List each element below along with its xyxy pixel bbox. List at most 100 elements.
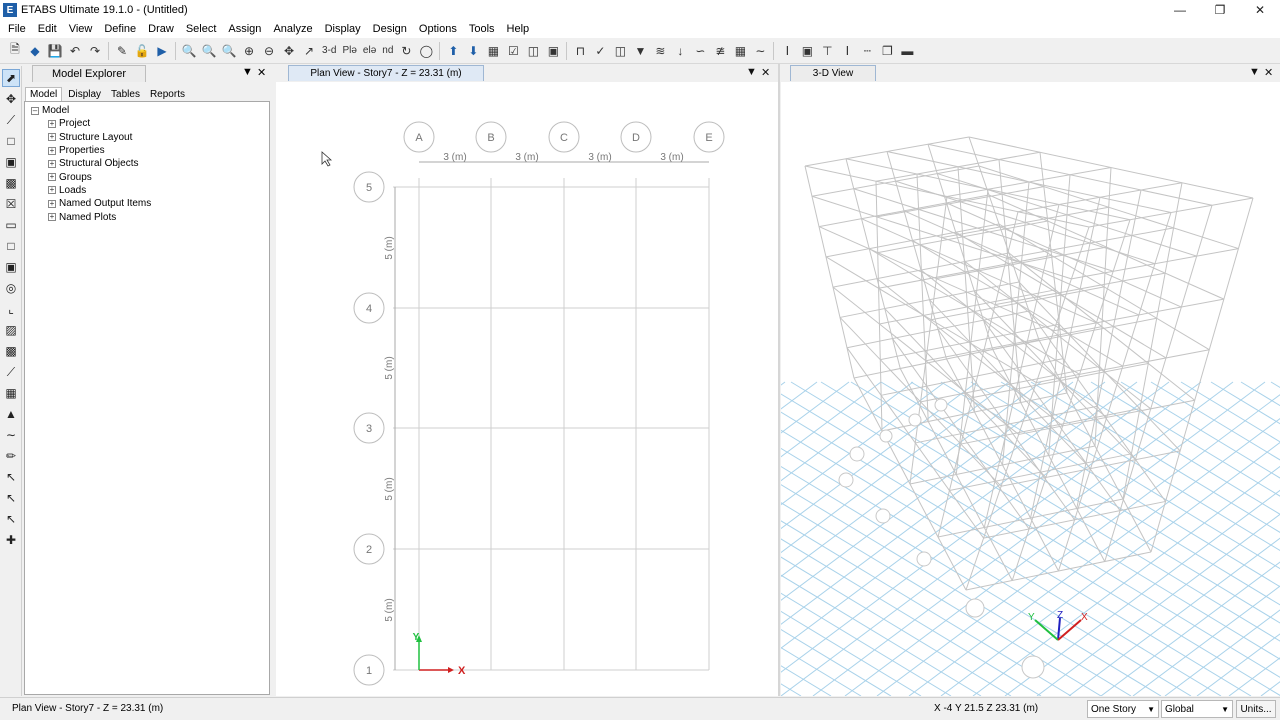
menu-view[interactable]: View xyxy=(63,23,99,35)
elevation-view-button[interactable]: elǝ xyxy=(361,45,378,56)
dropdown-arrow-icon[interactable]: ▼ xyxy=(242,66,253,78)
explorer-tab-model[interactable]: Model xyxy=(25,87,63,101)
move-down-icon[interactable]: ⬇ xyxy=(464,42,482,60)
menu-draw[interactable]: Draw xyxy=(142,23,180,35)
3d-view-tab[interactable]: 3-D View xyxy=(790,65,876,81)
zoom-restore-icon[interactable]: 🔍 xyxy=(200,42,218,60)
explorer-tab-tables[interactable]: Tables xyxy=(107,88,144,101)
glasses-icon[interactable]: ◯ xyxy=(417,42,435,60)
tree-node-named-plots[interactable]: + Named Plots xyxy=(31,210,269,223)
close-icon[interactable]: ✕ xyxy=(1264,66,1273,79)
dashed-line-icon[interactable]: ┄ xyxy=(858,42,876,60)
reshape-icon[interactable]: ✥ xyxy=(2,90,20,108)
menu-analyze[interactable]: Analyze xyxy=(267,23,318,35)
draw-panel-icon[interactable]: ▩ xyxy=(2,342,20,360)
expand-icon[interactable]: + xyxy=(48,199,56,208)
etabs-app-icon[interactable]: E xyxy=(3,3,17,17)
nd-view-button[interactable]: nd xyxy=(380,45,395,56)
menu-define[interactable]: Define xyxy=(98,23,142,35)
area-section-icon[interactable]: ▣ xyxy=(798,42,816,60)
tree-node-model[interactable]: – Model xyxy=(31,104,269,117)
moment-icon[interactable]: ≇ xyxy=(711,42,729,60)
select-intersect-icon[interactable]: ▣ xyxy=(2,153,20,171)
draw-grid-icon[interactable]: ▦ xyxy=(2,384,20,402)
expand-icon[interactable]: + xyxy=(48,159,56,168)
menu-assign[interactable]: Assign xyxy=(222,23,267,35)
zoom-in-icon[interactable]: ⊕ xyxy=(240,42,258,60)
model-explorer-tab[interactable]: Model Explorer xyxy=(32,64,146,82)
zoom-out-icon[interactable]: ⊖ xyxy=(260,42,278,60)
redo-icon[interactable]: ↷ xyxy=(86,42,104,60)
move-up-icon[interactable]: ⬆ xyxy=(444,42,462,60)
select-window-icon[interactable]: □ xyxy=(2,132,20,150)
select-previous-icon[interactable]: ↖ xyxy=(2,489,20,507)
undo-icon[interactable]: ↶ xyxy=(66,42,84,60)
close-icon[interactable]: ✕ xyxy=(257,66,266,79)
lock-icon[interactable]: 🔓 xyxy=(133,42,151,60)
expand-icon[interactable]: + xyxy=(48,186,56,195)
expand-icon[interactable]: + xyxy=(48,119,56,128)
panel-divider[interactable] xyxy=(778,64,780,696)
tree-node-properties[interactable]: + Properties xyxy=(31,144,269,157)
run-analysis-icon[interactable]: ▶ xyxy=(153,42,171,60)
brace-icon[interactable]: ☒ xyxy=(2,195,20,213)
pointer-icon[interactable]: ⬈ xyxy=(2,69,20,87)
release-icon[interactable]: ✓ xyxy=(591,42,609,60)
rotate-icon[interactable]: ↻ xyxy=(397,42,415,60)
tree-node-loads[interactable]: + Loads xyxy=(31,184,269,197)
restore-icon[interactable]: ❐ xyxy=(1200,0,1240,20)
select-box-icon[interactable]: ▩ xyxy=(2,174,20,192)
wall-icon[interactable]: ◫ xyxy=(611,42,629,60)
display-options-icon[interactable]: ◫ xyxy=(524,42,542,60)
tree-node-named-output-items[interactable]: + Named Output Items xyxy=(31,197,269,210)
menu-edit[interactable]: Edit xyxy=(32,23,63,35)
pan-icon[interactable]: ✥ xyxy=(280,42,298,60)
draw-wall-icon[interactable]: ▭ xyxy=(2,216,20,234)
tree-node-structure-layout[interactable]: + Structure Layout xyxy=(31,131,269,144)
draw-point-icon[interactable]: ▲ xyxy=(2,405,20,423)
zoom-default-icon[interactable]: 🔍 xyxy=(220,42,238,60)
section-i-icon[interactable]: Ⅰ xyxy=(778,42,796,60)
column-section-icon[interactable]: ⊤ xyxy=(818,42,836,60)
clear-selection-icon[interactable]: ↖ xyxy=(2,510,20,528)
draw-rectangle-icon[interactable]: □ xyxy=(2,237,20,255)
explorer-tab-reports[interactable]: Reports xyxy=(146,88,189,101)
pointer-move-icon[interactable]: ↗ xyxy=(300,42,318,60)
close-icon[interactable]: ✕ xyxy=(1240,0,1280,20)
tree-node-groups[interactable]: + Groups xyxy=(31,170,269,183)
extrude-icon[interactable]: ▣ xyxy=(544,42,562,60)
dropdown-arrow-icon[interactable]: ▼ xyxy=(746,66,757,78)
units-button[interactable]: Units... xyxy=(1236,700,1276,718)
copy-icon[interactable]: ❐ xyxy=(878,42,896,60)
minimize-icon[interactable]: — xyxy=(1160,0,1200,20)
menu-options[interactable]: Options xyxy=(413,23,463,35)
menu-design[interactable]: Design xyxy=(367,23,413,35)
collapse-icon[interactable]: – xyxy=(31,106,39,115)
plan-view-button[interactable]: Plǝ xyxy=(340,45,358,56)
draw-floor-icon[interactable]: ▣ xyxy=(2,258,20,276)
save-icon[interactable]: 💾 xyxy=(46,42,64,60)
coord-system-dropdown[interactable]: Global ▼ xyxy=(1161,700,1233,718)
new-model-icon[interactable]: 🗎 xyxy=(6,42,24,60)
draw-pier-icon[interactable]: ⌞ xyxy=(2,300,20,318)
draw-dimension-icon[interactable]: ✏ xyxy=(2,447,20,465)
expand-icon[interactable]: + xyxy=(48,173,56,182)
frame-icon[interactable]: ⊓ xyxy=(571,42,589,60)
plan-view-tab[interactable]: Plan View - Story7 - Z = 23.31 (m) xyxy=(288,65,484,81)
snap-icon[interactable]: ✚ xyxy=(2,531,20,549)
select-all-icon[interactable]: ▦ xyxy=(484,42,502,60)
check-icon[interactable]: ☑ xyxy=(504,42,522,60)
menu-select[interactable]: Select xyxy=(180,23,223,35)
spring-icon[interactable]: ≋ xyxy=(651,42,669,60)
expand-icon[interactable]: + xyxy=(48,133,56,142)
tree-node-structural-objects[interactable]: + Structural Objects xyxy=(31,157,269,170)
tree-node-project[interactable]: + Project xyxy=(31,117,269,130)
line-weight-icon[interactable]: ▬ xyxy=(898,42,916,60)
shell-icon[interactable]: ▦ xyxy=(731,42,749,60)
draw-tendon-icon[interactable]: ∼ xyxy=(2,426,20,444)
story-select-dropdown[interactable]: One Story ▼ xyxy=(1087,700,1159,718)
support-icon[interactable]: ▼ xyxy=(631,42,649,60)
beam-section-icon[interactable]: Ⅰ xyxy=(838,42,856,60)
pencil-icon[interactable]: ✎ xyxy=(113,42,131,60)
view-3d-button[interactable]: 3-d xyxy=(320,45,338,56)
